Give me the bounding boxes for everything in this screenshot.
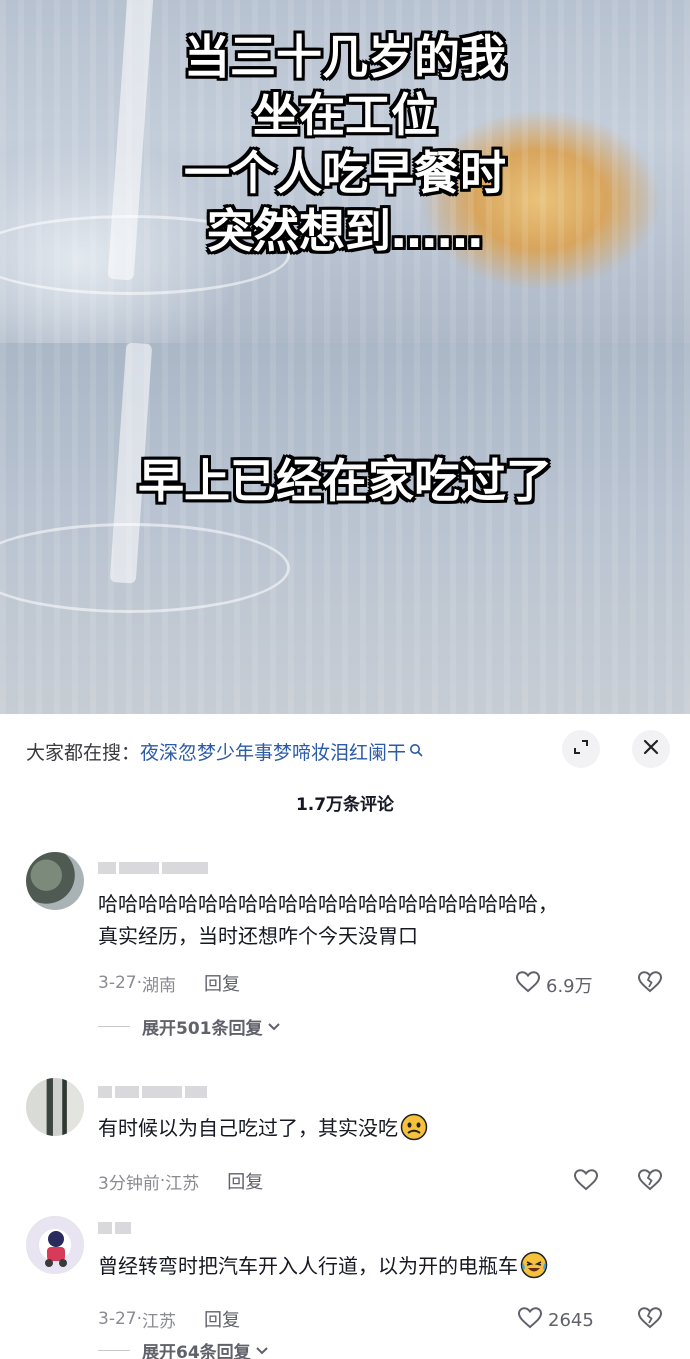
- divider-line: [98, 1350, 130, 1351]
- like-count: 2645: [548, 1310, 594, 1331]
- comment-text: 曾经转弯时把汽车开入人行道，以为开的电瓶车: [98, 1250, 668, 1282]
- expand-icon: [571, 737, 591, 761]
- dislike-button[interactable]: [637, 970, 663, 998]
- caption-line: 突然想到……: [207, 204, 483, 258]
- laughing-crying-emoji: [520, 1251, 548, 1279]
- caption-line: 坐在工位: [253, 88, 437, 142]
- like-button[interactable]: 6.9万: [515, 970, 593, 999]
- reply-button[interactable]: 回复: [204, 970, 240, 996]
- dislike-button[interactable]: [637, 1306, 663, 1334]
- expand-replies-button[interactable]: 展开64条回复: [98, 1338, 269, 1359]
- chevron-down-icon: [255, 1341, 269, 1359]
- username-redacted[interactable]: [98, 860, 208, 876]
- comment-text: 有时候以为自己吃过了，其实没吃: [98, 1112, 668, 1144]
- video-caption-bottom: 早上已经在家吃过了: [138, 454, 552, 508]
- expand-replies-button[interactable]: 展开501条回复: [98, 1014, 281, 1039]
- heart-icon: [573, 1168, 604, 1197]
- expand-replies-label: 展开501条回复: [142, 1019, 263, 1039]
- chevron-down-icon: [267, 1017, 281, 1037]
- comment-meta: 3分钟前 · 江苏 回复: [98, 1168, 263, 1194]
- reply-button[interactable]: 回复: [204, 1306, 240, 1332]
- reply-button[interactable]: 回复: [227, 1168, 263, 1194]
- comment-text-line: 有时候以为自己吃过了，其实没吃: [98, 1116, 398, 1140]
- expand-replies-label: 展开64条回复: [142, 1343, 251, 1359]
- broken-heart-icon: [637, 1169, 663, 1196]
- search-icon: [409, 740, 423, 757]
- comment-text: 哈哈哈哈哈哈哈哈哈哈哈哈哈哈哈哈哈哈哈哈哈哈， 真实经历，当时还想咋个今天没胃口: [98, 888, 668, 952]
- caption-line: 一个人吃早餐时: [184, 146, 506, 200]
- like-button[interactable]: [573, 1168, 604, 1197]
- avatar[interactable]: [26, 852, 84, 910]
- comment-meta: 3-27 · 江苏 回复: [98, 1306, 240, 1332]
- comment-time: 3-27: [98, 1309, 137, 1329]
- heart-icon: [515, 970, 546, 999]
- dislike-button[interactable]: [637, 1168, 663, 1196]
- close-button[interactable]: [632, 730, 670, 768]
- avatar[interactable]: [26, 1078, 84, 1136]
- trending-search-query[interactable]: 夜深忽梦少年事梦啼妆泪红阑干: [140, 738, 406, 765]
- video-frame-bottom: [0, 343, 690, 714]
- caption-line: 当三十几岁的我: [184, 30, 506, 84]
- comments-sheet: 大家都在搜： 夜深忽梦少年事梦啼妆泪红阑干 1.7万条评论 哈哈哈哈哈哈哈哈哈哈…: [0, 714, 690, 1359]
- comment-location: 湖南: [142, 975, 176, 996]
- trending-search-prefix: 大家都在搜：: [26, 741, 141, 764]
- username-redacted[interactable]: [98, 1084, 207, 1100]
- comment-meta: 3-27 · 湖南 回复: [98, 970, 240, 996]
- like-count: 6.9万: [546, 975, 593, 997]
- expand-button[interactable]: [562, 730, 600, 768]
- like-button[interactable]: 2645: [517, 1306, 594, 1335]
- video-caption-top: 当三十几岁的我 坐在工位 一个人吃早餐时 突然想到……: [0, 28, 690, 260]
- broken-heart-icon: [637, 1307, 663, 1334]
- comment-count: 1.7万条评论: [295, 795, 395, 815]
- worried-face-emoji: [400, 1113, 428, 1141]
- comment-text-line: 哈哈哈哈哈哈哈哈哈哈哈哈哈哈哈哈哈哈哈哈哈哈，: [98, 892, 558, 916]
- close-icon: [642, 738, 660, 760]
- heart-icon: [517, 1306, 548, 1335]
- comment-text-line: 真实经历，当时还想咋个今天没胃口: [98, 924, 418, 948]
- comment-location: 江苏: [165, 1173, 200, 1194]
- avatar[interactable]: [26, 1216, 84, 1274]
- video-player[interactable]: 当三十几岁的我 坐在工位 一个人吃早餐时 突然想到…… 早上已经在家吃过了: [0, 0, 690, 714]
- comment-text-line: 曾经转弯时把汽车开入人行道，以为开的电瓶车: [98, 1254, 518, 1278]
- comment-time: 3-27: [98, 973, 137, 993]
- broken-heart-icon: [637, 971, 663, 998]
- comment-time: 3分钟前: [98, 1173, 160, 1194]
- comment-location: 江苏: [142, 1311, 176, 1332]
- username-redacted[interactable]: [98, 1220, 131, 1236]
- trending-search-bar[interactable]: 大家都在搜： 夜深忽梦少年事梦啼妆泪红阑干: [26, 734, 423, 768]
- divider-line: [98, 1026, 130, 1027]
